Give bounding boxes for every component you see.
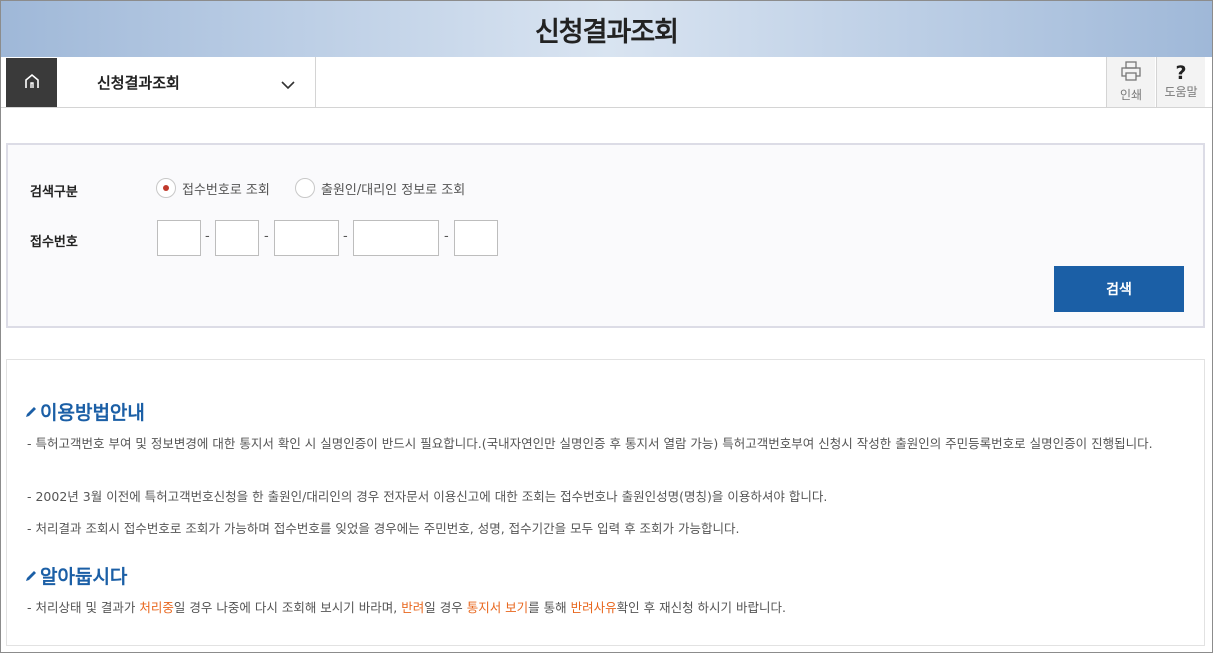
radio-label: 접수번호로 조회 [182,182,270,198]
notice-highlight: 반려사유 [570,600,617,615]
search-type-label: 검색구분 [30,185,78,200]
print-button[interactable]: 인쇄 [1106,57,1155,107]
notice-segment: 확인 후 재신청 하시기 바랍니다. [616,600,787,615]
radio-by-applicant-info[interactable]: 출원인/대리인 정보로 조회 [295,178,465,198]
notice-highlight: 처리중 [139,600,174,615]
notice-highlight: 통지서 보기 [466,600,529,615]
receipt-number-input-2[interactable] [215,220,259,256]
receipt-number-input-1[interactable] [157,220,201,256]
radio-circle [295,178,315,198]
guide-item: - 처리결과 조회시 접수번호로 조회가 가능하며 접수번호를 잊었을 경우에는… [27,521,740,536]
question-mark-icon: ? [1175,62,1187,84]
search-button[interactable]: 검색 [1054,266,1184,312]
separator: - [264,229,269,244]
receipt-number-input-4[interactable] [353,220,439,256]
home-icon [23,73,41,93]
usage-guide-heading: 이용방법안내 [25,398,145,425]
separator: - [343,229,348,244]
radio-by-receipt-number[interactable]: 접수번호로 조회 [156,178,270,198]
notice-segment: 를 통해 [528,600,571,615]
info-panel: 이용방법안내 - 특허고객번호 부여 및 정보변경에 대한 통지서 확인 시 실… [6,359,1205,646]
notice-title: 알아둡시다 [40,566,128,588]
printer-icon [1120,61,1142,85]
notice-text: - 처리상태 및 결과가 처리중일 경우 나중에 다시 조회해 보시기 바라며,… [27,597,1187,619]
notice-highlight: 반려 [401,600,425,615]
notice-heading: 알아둡시다 [25,562,127,589]
guide-item: - 특허고객번호 부여 및 정보변경에 대한 통지서 확인 시 실명인증이 반드… [27,436,1153,451]
menu-dropdown[interactable]: 신청결과조회 [57,57,316,107]
radio-circle-selected [156,178,176,198]
guide-item: - 2002년 3월 이전에 특허고객번호신청을 한 출원인/대리인의 경우 전… [27,489,828,504]
separator: - [205,229,210,244]
pencil-icon [25,401,37,423]
radio-label: 출원인/대리인 정보로 조회 [321,182,466,198]
home-button[interactable] [6,58,57,107]
receipt-number-label: 접수번호 [30,235,78,250]
receipt-number-input-5[interactable] [454,220,498,256]
separator: - [444,229,449,244]
menu-dropdown-label: 신청결과조회 [97,73,180,92]
title-bar: 신청결과조회 [1,1,1212,57]
notice-segment: 일 경우 [424,600,467,615]
notice-segment: - 처리상태 및 결과가 [27,600,140,615]
chevron-down-icon [281,75,295,94]
pencil-icon [25,565,37,587]
print-label: 인쇄 [1119,88,1143,102]
search-panel: 검색구분 접수번호로 조회 출원인/대리인 정보로 조회 접수번호 - - - … [6,143,1205,328]
notice-segment: 일 경우 나중에 다시 조회해 보시기 바라며, [173,600,402,615]
help-button[interactable]: ? 도움말 [1156,57,1205,107]
usage-guide-title: 이용방법안내 [40,402,145,424]
receipt-number-input-3[interactable] [274,220,339,256]
help-label: 도움말 [1164,85,1198,99]
page-title: 신청결과조회 [534,16,679,48]
nav-bar: 신청결과조회 인쇄 ? 도움말 [1,57,1212,108]
